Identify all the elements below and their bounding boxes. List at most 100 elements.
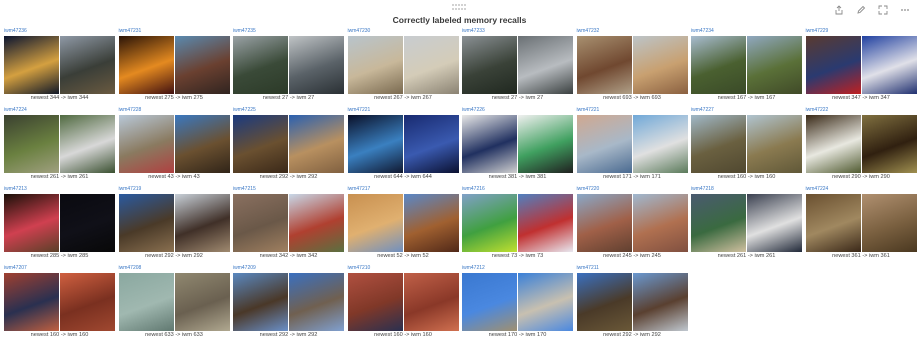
- grid-cell[interactable]: iwm47233 newest 27 -> iwm 27: [462, 27, 573, 104]
- newest-image-thumbnail[interactable]: [233, 36, 288, 94]
- image-pair: [4, 273, 115, 331]
- iwm-image-thumbnail[interactable]: [861, 115, 917, 173]
- newest-image-thumbnail[interactable]: [691, 194, 746, 252]
- iwm-image-thumbnail[interactable]: [747, 115, 802, 173]
- grid-cell[interactable]: iwm47219 newest 292 -> iwm 292: [118, 185, 230, 262]
- newest-image-thumbnail[interactable]: [576, 194, 632, 252]
- grid-cell[interactable]: iwm47225 newest 292 -> iwm 292: [233, 106, 344, 183]
- grid-cell[interactable]: iwm47234 newest 167 -> iwm 167: [691, 27, 802, 104]
- newest-image-thumbnail[interactable]: [576, 36, 632, 94]
- image-pair: [118, 273, 230, 331]
- newest-image-thumbnail[interactable]: [4, 273, 59, 331]
- grid-cell[interactable]: iwm47218 newest 261 -> iwm 261: [691, 185, 802, 262]
- iwm-image-thumbnail[interactable]: [747, 194, 802, 252]
- newest-image-thumbnail[interactable]: [118, 115, 174, 173]
- grid-cell[interactable]: iwm47212 newest 170 -> iwm 170: [462, 264, 573, 341]
- newest-image-thumbnail[interactable]: [691, 115, 746, 173]
- grid-cell[interactable]: iwm47221 newest 171 -> iwm 171: [576, 106, 688, 183]
- grid-cell[interactable]: iwm47220 newest 245 -> iwm 245: [576, 185, 688, 262]
- iwm-image-thumbnail[interactable]: [174, 115, 230, 173]
- image-pair: [576, 194, 688, 252]
- grid-cell[interactable]: iwm47222 newest 290 -> iwm 290: [805, 106, 917, 183]
- iwm-image-thumbnail[interactable]: [861, 194, 917, 252]
- cell-caption: newest 292 -> iwm 292: [259, 174, 318, 180]
- cell-caption: newest 27 -> iwm 27: [491, 95, 544, 101]
- iwm-image-thumbnail[interactable]: [289, 115, 344, 173]
- iwm-image-thumbnail[interactable]: [60, 194, 115, 252]
- iwm-image-thumbnail[interactable]: [518, 273, 573, 331]
- grid-cell[interactable]: iwm47231 newest 275 -> iwm 275: [118, 27, 230, 104]
- grid-cell[interactable]: iwm47210 newest 160 -> iwm 160: [347, 264, 459, 341]
- iwm-image-thumbnail[interactable]: [174, 194, 230, 252]
- iwm-image-thumbnail[interactable]: [632, 115, 688, 173]
- newest-image-thumbnail[interactable]: [233, 115, 288, 173]
- grid-cell[interactable]: iwm47230 newest 267 -> iwm 267: [347, 27, 459, 104]
- iwm-image-thumbnail[interactable]: [403, 36, 459, 94]
- grid-cell[interactable]: iwm47211 newest 292 -> iwm 292: [576, 264, 688, 341]
- newest-image-thumbnail[interactable]: [347, 273, 403, 331]
- newest-image-thumbnail[interactable]: [4, 36, 59, 94]
- iwm-image-thumbnail[interactable]: [403, 115, 459, 173]
- grid-cell[interactable]: iwm47213 newest 285 -> iwm 285: [4, 185, 115, 262]
- iwm-image-thumbnail[interactable]: [861, 36, 917, 94]
- grid-cell[interactable]: iwm47215 newest 342 -> iwm 342: [233, 185, 344, 262]
- newest-image-thumbnail[interactable]: [118, 273, 174, 331]
- newest-image-thumbnail[interactable]: [233, 273, 288, 331]
- newest-image-thumbnail[interactable]: [4, 194, 59, 252]
- iwm-image-thumbnail[interactable]: [518, 115, 573, 173]
- newest-image-thumbnail[interactable]: [233, 194, 288, 252]
- newest-image-thumbnail[interactable]: [462, 115, 517, 173]
- iwm-image-thumbnail[interactable]: [403, 194, 459, 252]
- iwm-image-thumbnail[interactable]: [60, 115, 115, 173]
- cell-caption: newest 267 -> iwm 267: [374, 95, 432, 101]
- grid-cell[interactable]: iwm47228 newest 43 -> iwm 43: [118, 106, 230, 183]
- iwm-image-thumbnail[interactable]: [518, 36, 573, 94]
- grid-cell[interactable]: iwm47217 newest 52 -> iwm 52: [347, 185, 459, 262]
- iwm-image-thumbnail[interactable]: [289, 194, 344, 252]
- grid-cell[interactable]: iwm47235 newest 27 -> iwm 27: [233, 27, 344, 104]
- newest-image-thumbnail[interactable]: [691, 36, 746, 94]
- newest-image-thumbnail[interactable]: [462, 273, 517, 331]
- grid-cell[interactable]: iwm47224 newest 361 -> iwm 361: [805, 185, 917, 262]
- newest-image-thumbnail[interactable]: [347, 194, 403, 252]
- newest-image-thumbnail[interactable]: [347, 115, 403, 173]
- grid-cell[interactable]: iwm47209 newest 292 -> iwm 292: [233, 264, 344, 341]
- newest-image-thumbnail[interactable]: [118, 194, 174, 252]
- grid-cell[interactable]: iwm47226 newest 381 -> iwm 381: [462, 106, 573, 183]
- newest-image-thumbnail[interactable]: [805, 115, 861, 173]
- iwm-image-thumbnail[interactable]: [632, 194, 688, 252]
- cell-image-id: iwm47209: [233, 265, 256, 271]
- newest-image-thumbnail[interactable]: [4, 115, 59, 173]
- grid-cell[interactable]: iwm47232 newest 693 -> iwm 693: [576, 27, 688, 104]
- cell-image-id: iwm47233: [462, 28, 485, 34]
- grid-cell[interactable]: iwm47224 newest 261 -> iwm 261: [4, 106, 115, 183]
- grid-cell[interactable]: iwm47229 newest 347 -> iwm 347: [805, 27, 917, 104]
- iwm-image-thumbnail[interactable]: [60, 36, 115, 94]
- newest-image-thumbnail[interactable]: [462, 194, 517, 252]
- iwm-image-thumbnail[interactable]: [632, 273, 688, 331]
- iwm-image-thumbnail[interactable]: [632, 36, 688, 94]
- newest-image-thumbnail[interactable]: [805, 36, 861, 94]
- iwm-image-thumbnail[interactable]: [60, 273, 115, 331]
- grid-cell[interactable]: iwm47216 newest 73 -> iwm 73: [462, 185, 573, 262]
- iwm-image-thumbnail[interactable]: [174, 273, 230, 331]
- newest-image-thumbnail[interactable]: [576, 115, 632, 173]
- iwm-image-thumbnail[interactable]: [518, 194, 573, 252]
- newest-image-thumbnail[interactable]: [805, 194, 861, 252]
- newest-image-thumbnail[interactable]: [347, 36, 403, 94]
- iwm-image-thumbnail[interactable]: [289, 36, 344, 94]
- iwm-image-thumbnail[interactable]: [747, 36, 802, 94]
- grid-cell[interactable]: iwm47207 newest 160 -> iwm 160: [4, 264, 115, 341]
- newest-image-thumbnail[interactable]: [462, 36, 517, 94]
- cell-caption: newest 160 -> iwm 160: [374, 332, 432, 338]
- iwm-image-thumbnail[interactable]: [403, 273, 459, 331]
- drag-handle-icon[interactable]: [452, 4, 466, 12]
- newest-image-thumbnail[interactable]: [118, 36, 174, 94]
- grid-cell[interactable]: iwm47221 newest 644 -> iwm 644: [347, 106, 459, 183]
- newest-image-thumbnail[interactable]: [576, 273, 632, 331]
- grid-cell[interactable]: iwm47236 newest 344 -> iwm 344: [4, 27, 115, 104]
- iwm-image-thumbnail[interactable]: [289, 273, 344, 331]
- grid-cell[interactable]: iwm47227 newest 160 -> iwm 160: [691, 106, 802, 183]
- iwm-image-thumbnail[interactable]: [174, 36, 230, 94]
- grid-cell[interactable]: iwm47208 newest 633 -> iwm 633: [118, 264, 230, 341]
